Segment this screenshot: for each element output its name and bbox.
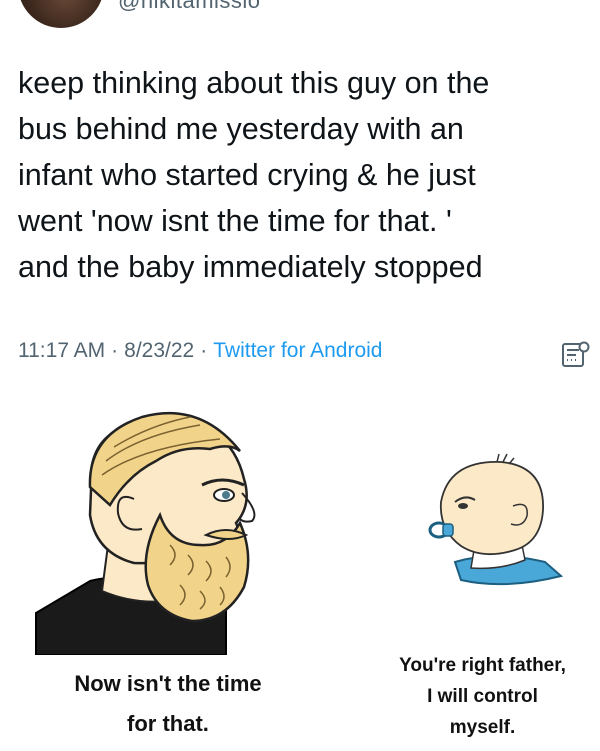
meta-separator: · [111, 339, 119, 362]
tweet-line: keep thinking about this guy on the [18, 66, 490, 100]
tweet-meta: 11:17 AM · 8/23/22 · Twitter for Android [18, 339, 383, 363]
tweet-date[interactable]: 8/23/22 [124, 339, 194, 362]
tweet-source-link[interactable]: Twitter for Android [213, 339, 382, 362]
caption-line: I will control [427, 686, 538, 707]
tweet-line: infant who started crying & he just [18, 158, 476, 192]
author-handle[interactable]: @nikitamissio [118, 0, 261, 14]
bearded-man-illustration [35, 411, 256, 655]
analytics-icon[interactable] [560, 340, 590, 370]
caption-line: You're right father, [399, 655, 566, 676]
tweet-line: and the baby immediately stopped [18, 250, 483, 284]
avatar[interactable] [18, 0, 104, 28]
tweet-time[interactable]: 11:17 AM [18, 339, 105, 362]
tweet-text: keep thinking about this guy on the bus … [18, 60, 593, 290]
tweet-line: bus behind me yesterday with an [18, 112, 464, 146]
meta-separator: · [200, 339, 208, 362]
baby-illustration [428, 453, 564, 586]
caption-line: myself. [449, 717, 516, 738]
caption-line: for that. [127, 711, 209, 736]
tweet-line: went 'now isnt the time for that. ' [18, 204, 452, 238]
right-caption: You're right father, I will control myse… [365, 650, 600, 743]
left-caption: Now isn't the time for that. [18, 664, 318, 744]
caption-line: Now isn't the time [74, 671, 262, 696]
